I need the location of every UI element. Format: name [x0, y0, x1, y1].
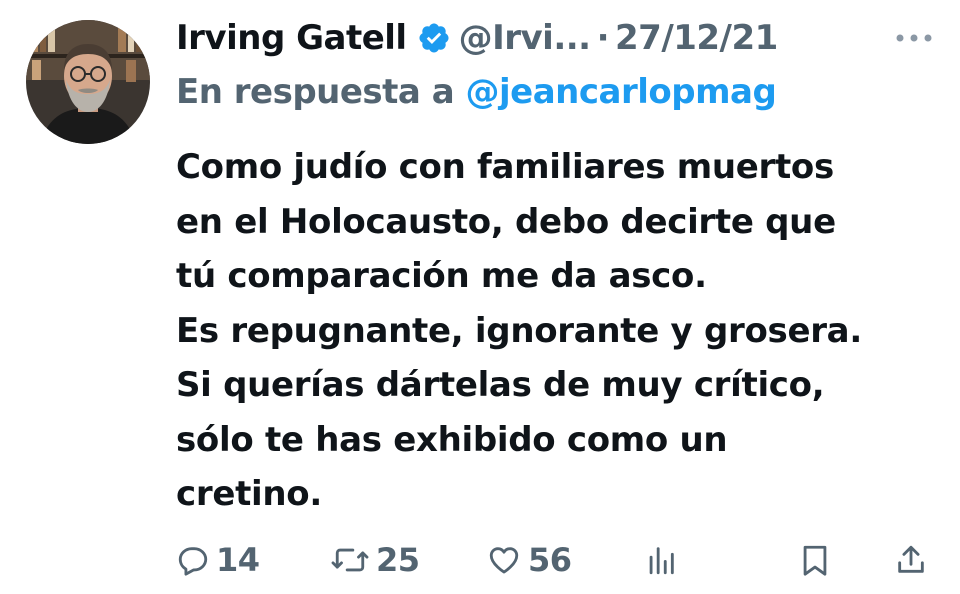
bookmark-button[interactable] — [800, 534, 830, 586]
reply-count: 14 — [216, 541, 260, 579]
tweet-line: Si querías dártelas de muy crítico, — [176, 365, 825, 405]
reply-icon — [178, 547, 208, 576]
avatar[interactable] — [26, 20, 150, 144]
reply-prefix: En respuesta a — [176, 72, 455, 112]
tweet-line: en el Holocausto, debo decirte que — [176, 201, 836, 242]
retweet-button[interactable]: 25 — [330, 534, 420, 586]
tweet-line: Como judío con familiares muertos — [176, 147, 834, 187]
retweet-count: 25 — [376, 541, 420, 579]
heart-icon — [489, 547, 519, 574]
retweet-icon — [331, 548, 369, 572]
action-bar: 14 25 56 — [176, 534, 936, 586]
like-count: 56 — [528, 541, 572, 579]
tweet-text: Como judío con familiares muertos en el … — [176, 140, 946, 522]
avatar-photo — [26, 20, 150, 144]
tweet-line: cretino. — [176, 474, 322, 514]
share-icon — [898, 545, 924, 573]
more-options-icon[interactable] — [892, 24, 936, 52]
views-chart-icon — [649, 547, 674, 575]
bookmark-icon — [803, 545, 827, 576]
tweet-date[interactable]: 27/12/21 — [615, 18, 778, 58]
reply-button[interactable]: 14 — [176, 534, 260, 586]
views-button[interactable] — [646, 534, 676, 586]
reply-context: En respuesta a @jeancarlopmag — [176, 72, 777, 112]
reply-mention-link[interactable]: @jeancarlopmag — [466, 72, 777, 112]
verified-badge-icon[interactable] — [417, 21, 451, 55]
share-button[interactable] — [894, 534, 928, 586]
tweet-header: Irving Gatell @Irvi... · 27/12/21 — [176, 14, 936, 62]
author-handle[interactable]: @Irvi... — [459, 18, 591, 58]
like-button[interactable]: 56 — [486, 534, 572, 586]
tweet-line: Es repugnante, ignorante y grosera. — [176, 310, 862, 351]
separator-dot: · — [596, 18, 610, 58]
tweet-line: tú comparación me da asco. — [176, 256, 707, 296]
author-name[interactable]: Irving Gatell — [176, 18, 407, 58]
tweet-line: sólo te has exhibido como un — [176, 419, 728, 460]
